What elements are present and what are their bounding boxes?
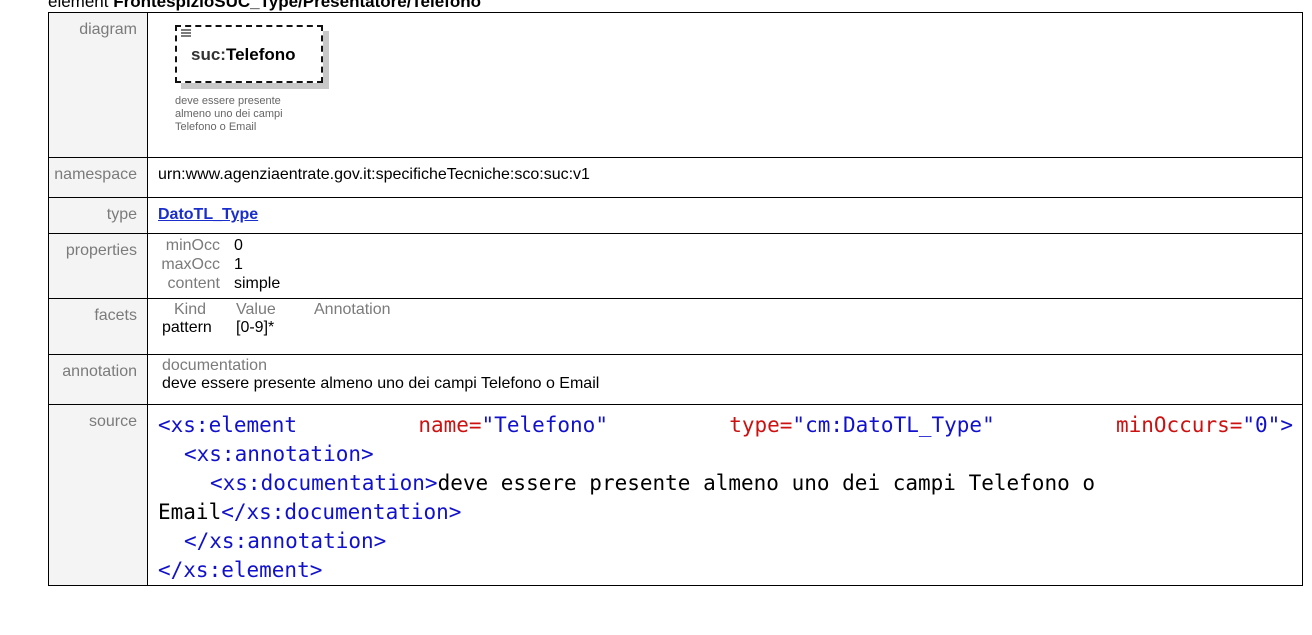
property-key: content [167,275,220,292]
source-line: <xs:element name="Telefono" type="cm:Dat… [158,411,1293,440]
page-title: element FrontespizioSUC_Type/Presentator… [48,0,481,12]
source-attr-value: "Telefono" [481,413,608,437]
annotation-header: documentation [162,357,267,374]
source-attr-value: "cm:DatoTL_Type" [792,413,995,437]
row-label-type: type [48,197,148,234]
facets-header-annotation: Annotation [314,301,391,318]
row-type: type DatoTL_Type [48,197,1303,234]
row-facets: facets Kind Value Annotation pattern [0-… [48,298,1303,355]
diagram-note-line: deve essere presente [175,95,281,107]
source-code: <xs:element name="Telefono" type="cm:Dat… [158,405,1302,585]
diagram-note-line: almeno uno dei campi [175,108,283,120]
facet-kind: pattern [162,319,212,336]
element-node[interactable]: suc:Telefono [175,25,323,83]
element-namespace-prefix: suc: [191,45,226,64]
property-row: content simple [158,274,1302,293]
source-tag: </xs:element> [158,558,323,582]
source-line: <xs:documentation>deve essere presente a… [158,469,1293,498]
row-properties: properties minOcc 0 maxOcc 1 content simple [48,233,1303,299]
row-annotation: annotation documentation deve essere pre… [48,354,1303,405]
row-namespace: namespace urn:www.agenziaentrate.gov.it:… [48,157,1303,198]
row-source: source <xs:element name="Telefono" type=… [48,404,1303,586]
property-value: simple [234,275,281,292]
row-label-properties: properties [48,233,148,299]
diagram-note-line: Telefono o Email [175,121,257,133]
facet-value: [0-9]* [236,319,275,336]
property-value: 0 [234,237,243,254]
source-tag: </xs:annotation> [184,529,387,553]
source-line: Email</xs:documentation> [158,498,1302,527]
property-row: maxOcc 1 [158,255,1302,274]
source-line: </xs:element> [158,556,1302,585]
row-diagram: diagram suc:Telefono deve essere present… [48,12,1303,158]
element-node-name: Telefono [225,45,296,64]
element-doc-table: diagram suc:Telefono deve essere present… [48,12,1303,586]
row-label-facets: facets [48,298,148,355]
title-path: FrontespizioSUC_Type/Presentatore/Telefo… [113,0,481,11]
source-line: </xs:annotation> [158,527,1302,556]
source-tag: </xs:documentation> [221,500,462,524]
source-attr-name: minOccurs= [1115,413,1243,437]
element-node-label: suc:Telefono [191,45,296,65]
title-prefix: element [48,0,109,11]
row-label-diagram: diagram [48,12,148,158]
source-tag-close: > [1280,413,1293,437]
source-tag: <xs:documentation> [210,471,438,495]
namespace-value: urn:www.agenziaentrate.gov.it:specifiche… [158,166,590,183]
diagram-cell: suc:Telefono deve essere presente almeno… [147,12,1303,158]
row-label-source: source [48,404,148,586]
facet-annotation [314,319,514,337]
facets-table: Kind Value Annotation pattern [0-9]* [158,299,1302,337]
annotation-text: deve essere presente almeno uno dei camp… [162,375,600,392]
property-value: 1 [234,256,243,273]
properties-list: minOcc 0 maxOcc 1 content simple [158,234,1302,293]
property-row: minOcc 0 [158,236,1302,255]
source-attr-name: type= [729,413,793,437]
documentation-icon [181,29,191,37]
source-attr-value: "0" [1242,413,1281,437]
source-text: deve essere presente almeno uno dei camp… [437,471,1096,495]
property-key: minOcc [165,237,220,254]
row-label-annotation: annotation [48,354,148,405]
source-attr-name: name= [418,413,482,437]
diagram-annotation: deve essere presente almeno uno dei camp… [175,95,375,134]
row-label-namespace: namespace [48,157,148,198]
facets-header-kind: Kind [174,301,207,318]
property-key: maxOcc [161,256,220,273]
source-line: <xs:annotation> [158,440,1302,469]
source-text: Email [158,500,222,524]
source-tag: <xs:element [158,413,298,437]
type-link[interactable]: DatoTL_Type [158,206,258,223]
facets-header-value: Value [236,301,276,318]
element-diagram: suc:Telefono deve essere presente almeno… [175,25,335,145]
source-tag: <xs:annotation> [184,442,374,466]
